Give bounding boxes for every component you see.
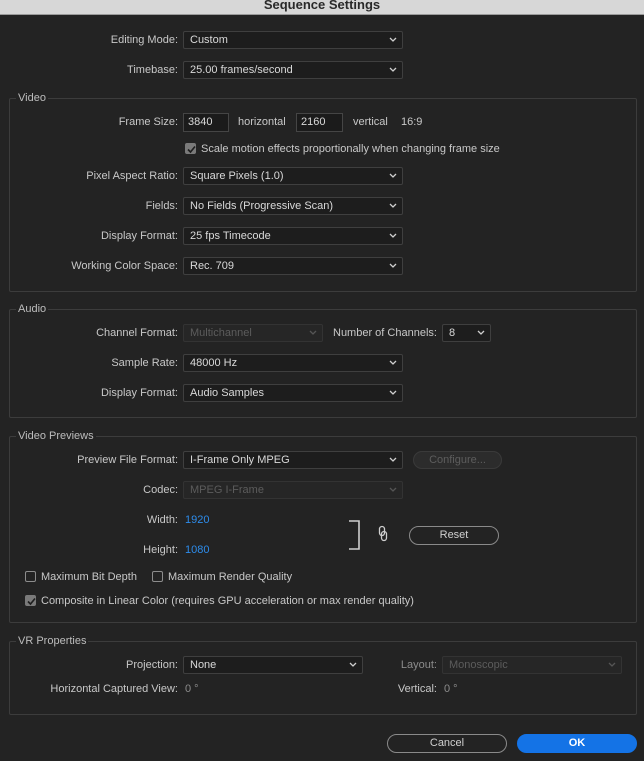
- preview-file-format-dropdown[interactable]: I-Frame Only MPEG: [183, 451, 403, 469]
- scale-motion-label: Scale motion effects proportionally when…: [201, 143, 500, 155]
- audio-legend: Audio: [16, 302, 49, 316]
- composite-linear-label: Composite in Linear Color (requires GPU …: [41, 595, 414, 607]
- chevron-down-icon: [389, 173, 397, 178]
- composite-linear-checkbox[interactable]: [25, 595, 36, 606]
- sample-rate-value: 48000 Hz: [190, 357, 238, 369]
- ok-button[interactable]: OK: [517, 734, 637, 753]
- vr-vertical-label: Vertical:: [397, 683, 437, 695]
- layout-dropdown: Monoscopic: [442, 656, 622, 674]
- fields-label: Fields:: [145, 200, 178, 212]
- max-render-quality-checkbox[interactable]: [152, 571, 163, 582]
- window-titlebar: Sequence Settings: [0, 0, 644, 15]
- chevron-down-icon: [389, 67, 397, 72]
- layout-label: Layout:: [400, 659, 437, 671]
- color-space-dropdown[interactable]: Rec. 709: [183, 257, 403, 275]
- vertical-label: vertical: [353, 116, 388, 128]
- video-previews-legend: Video Previews: [16, 429, 96, 443]
- audio-display-format-label: Display Format:: [100, 387, 178, 399]
- projection-label: Projection:: [126, 659, 178, 671]
- preview-file-format-label: Preview File Format:: [77, 454, 178, 466]
- preview-file-format-value: I-Frame Only MPEG: [190, 454, 290, 466]
- chevron-down-icon: [477, 330, 485, 335]
- checkmark-icon: [187, 145, 196, 154]
- color-space-value: Rec. 709: [190, 260, 235, 272]
- codec-dropdown: MPEG I-Frame: [183, 481, 403, 499]
- video-display-format-value: 25 fps Timecode: [190, 230, 271, 242]
- pixel-aspect-label: Pixel Aspect Ratio:: [86, 170, 178, 182]
- pixel-aspect-dropdown[interactable]: Square Pixels (1.0): [183, 167, 403, 185]
- chevron-down-icon: [389, 487, 397, 492]
- audio-display-format-value: Audio Samples: [190, 387, 264, 399]
- editing-mode-label: Editing Mode:: [110, 34, 178, 46]
- height-label: Height:: [143, 544, 178, 556]
- fields-value: No Fields (Progressive Scan): [190, 200, 334, 212]
- chevron-down-icon: [309, 330, 317, 335]
- sample-rate-dropdown[interactable]: 48000 Hz: [183, 354, 403, 372]
- editing-mode-value: Custom: [190, 34, 228, 46]
- max-render-quality-label: Maximum Render Quality: [168, 571, 293, 583]
- chevron-down-icon: [389, 37, 397, 42]
- max-bit-depth-checkbox[interactable]: [25, 571, 36, 582]
- chevron-down-icon: [608, 662, 616, 667]
- checkmark-icon: [27, 597, 36, 606]
- sample-rate-label: Sample Rate:: [111, 357, 178, 369]
- channel-format-dropdown: Multichannel: [183, 324, 323, 342]
- chevron-down-icon: [389, 203, 397, 208]
- width-value[interactable]: 1920: [185, 513, 209, 527]
- codec-label: Codec:: [143, 484, 178, 496]
- scale-motion-checkbox[interactable]: [185, 143, 196, 154]
- timebase-value: 25.00 frames/second: [190, 64, 293, 76]
- color-space-label: Working Color Space:: [71, 260, 178, 272]
- num-channels-value: 8: [449, 327, 456, 339]
- chevron-down-icon: [389, 457, 397, 462]
- video-display-format-label: Display Format:: [100, 230, 178, 242]
- frame-height-input[interactable]: 2160: [296, 113, 343, 132]
- timebase-dropdown[interactable]: 25.00 frames/second: [183, 61, 403, 79]
- frame-size-label: Frame Size:: [118, 116, 178, 128]
- link-bracket-icon: [349, 520, 360, 550]
- num-channels-dropdown[interactable]: 8: [442, 324, 491, 342]
- channel-format-label: Channel Format:: [96, 327, 178, 339]
- cancel-button[interactable]: Cancel: [387, 734, 507, 753]
- vr-properties-legend: VR Properties: [16, 634, 89, 648]
- horizontal-captured-view-value: 0 °: [185, 683, 199, 695]
- chevron-down-icon: [389, 390, 397, 395]
- video-display-format-dropdown[interactable]: 25 fps Timecode: [183, 227, 403, 245]
- audio-display-format-dropdown[interactable]: Audio Samples: [183, 384, 403, 402]
- fields-dropdown[interactable]: No Fields (Progressive Scan): [183, 197, 403, 215]
- editing-mode-dropdown[interactable]: Custom: [183, 31, 403, 49]
- chevron-down-icon: [389, 263, 397, 268]
- video-legend: Video: [16, 91, 48, 105]
- frame-width-input[interactable]: 3840: [183, 113, 229, 132]
- max-bit-depth-label: Maximum Bit Depth: [41, 571, 137, 583]
- height-value[interactable]: 1080: [185, 543, 209, 557]
- vr-vertical-value: 0 °: [444, 683, 458, 695]
- chevron-down-icon: [389, 360, 397, 365]
- projection-dropdown[interactable]: None: [183, 656, 363, 674]
- aspect-ratio-text: 16:9: [401, 116, 423, 128]
- window-title: Sequence Settings: [263, 0, 381, 12]
- horizontal-captured-view-label: Horizontal Captured View:: [50, 683, 178, 695]
- vr-properties-section: [9, 641, 637, 715]
- chevron-down-icon: [389, 233, 397, 238]
- projection-value: None: [190, 659, 217, 671]
- horizontal-label: horizontal: [238, 116, 286, 128]
- configure-button: Configure...: [413, 451, 502, 469]
- link-chain-icon[interactable]: [377, 525, 389, 543]
- chevron-down-icon: [349, 662, 357, 667]
- codec-value: MPEG I-Frame: [190, 484, 264, 496]
- layout-value: Monoscopic: [449, 659, 508, 671]
- width-label: Width:: [146, 514, 178, 526]
- num-channels-label: Number of Channels:: [333, 327, 437, 339]
- timebase-label: Timebase:: [127, 64, 178, 76]
- pixel-aspect-value: Square Pixels (1.0): [190, 170, 284, 182]
- channel-format-value: Multichannel: [190, 327, 252, 339]
- reset-button[interactable]: Reset: [409, 526, 499, 545]
